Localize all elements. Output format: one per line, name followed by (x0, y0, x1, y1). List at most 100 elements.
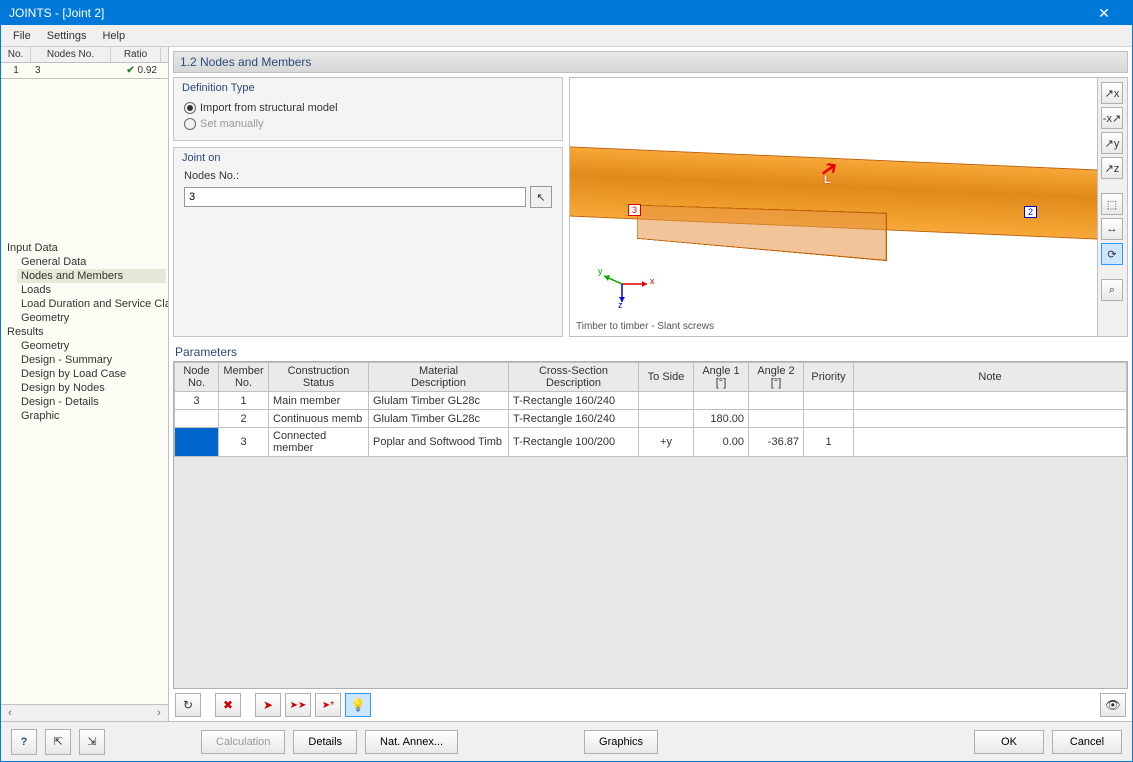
calculation-button[interactable]: Calculation (201, 730, 285, 754)
nav-hdr-ratio[interactable]: Ratio (111, 47, 161, 62)
parameters-title: Parameters (173, 343, 1128, 361)
hdr-node-no[interactable]: NodeNo. (175, 363, 219, 392)
menubar: File Settings Help (1, 25, 1132, 47)
viewport-caption: Timber to timber - Slant screws (576, 321, 714, 332)
hdr-note[interactable]: Note (854, 363, 1127, 392)
pick-node-button[interactable]: ↖ (530, 186, 552, 208)
section-title: 1.2 Nodes and Members (173, 51, 1128, 73)
menu-file[interactable]: File (5, 28, 39, 44)
radio-dot-icon (184, 102, 196, 114)
parameters-area: Parameters NodeNo. MemberNo. Constructio… (173, 343, 1128, 721)
parameters-grid: NodeNo. MemberNo. ConstructionStatus Mat… (173, 361, 1128, 689)
titlebar: JOINTS - [Joint 2] ✕ (1, 1, 1132, 25)
left-panel: No. Nodes No. Ratio 1 3 ✔ 0.92 Input Dat… (1, 47, 169, 721)
hdr-to-side[interactable]: To Side (639, 363, 694, 392)
refresh-button[interactable]: ↻ (175, 693, 201, 717)
table-row[interactable]: 3 Connected member Poplar and Softwood T… (175, 428, 1127, 457)
tree-result-details[interactable]: Design - Details (17, 395, 166, 409)
scroll-left-icon[interactable]: ‹ (3, 707, 17, 719)
help-button[interactable]: ? (11, 729, 37, 755)
nav-cell-no: 1 (1, 63, 31, 78)
left-forms: Definition Type Import from structural m… (173, 77, 563, 337)
hdr-material[interactable]: MaterialDescription (369, 363, 509, 392)
tree-result-summary[interactable]: Design - Summary (17, 353, 166, 367)
coordinate-system: x y z (602, 264, 652, 306)
eye-button[interactable]: 👁 (1100, 693, 1126, 717)
tree-results[interactable]: Results (3, 325, 166, 339)
tree-result-geometry[interactable]: Geometry (17, 339, 166, 353)
node-label-3: 3 (628, 204, 641, 216)
nodes-no-input[interactable] (184, 187, 526, 207)
add-button[interactable]: ➤* (315, 693, 341, 717)
tree-loads[interactable]: Loads (17, 283, 166, 297)
table-row[interactable]: 2 Continuous memb Glulam Timber GL28c T-… (175, 410, 1127, 428)
bulb-button[interactable]: 💡 (345, 693, 371, 717)
hdr-construction[interactable]: ConstructionStatus (269, 363, 369, 392)
next-button[interactable]: ➤ (255, 693, 281, 717)
radio-manual-label: Set manually (200, 118, 264, 130)
menu-help[interactable]: Help (94, 28, 133, 44)
tree-geometry[interactable]: Geometry (17, 311, 166, 325)
next-all-button[interactable]: ➤➤ (285, 693, 311, 717)
graphics-button[interactable]: Graphics (584, 730, 658, 754)
hdr-angle1[interactable]: Angle 1[°] (694, 363, 749, 392)
close-button[interactable]: ✕ (1084, 5, 1124, 22)
ok-button[interactable]: OK (974, 730, 1044, 754)
nav-cell-nodes: 3 (31, 63, 111, 78)
tree-result-graphic[interactable]: Graphic (17, 409, 166, 423)
check-icon: ✔ (126, 65, 134, 76)
tree-load-duration[interactable]: Load Duration and Service Class (17, 297, 166, 311)
view-zoom-button[interactable]: ⌕ (1101, 279, 1123, 301)
footer: ? ⇱ ⇲ Calculation Details Nat. Annex... … (1, 721, 1132, 761)
view-neg-xz-button[interactable]: -x↗ (1101, 107, 1123, 129)
radio-manual[interactable]: Set manually (184, 116, 552, 132)
nav-table: No. Nodes No. Ratio 1 3 ✔ 0.92 (1, 47, 168, 79)
definition-group: Definition Type Import from structural m… (173, 77, 563, 141)
radio-import[interactable]: Import from structural model (184, 100, 552, 116)
cancel-button[interactable]: Cancel (1052, 730, 1122, 754)
tree-result-nodes[interactable]: Design by Nodes (17, 381, 166, 395)
view-move-button[interactable]: ↔ (1101, 218, 1123, 240)
window-title: JOINTS - [Joint 2] (9, 6, 1084, 20)
menu-settings[interactable]: Settings (39, 28, 95, 44)
node-label-2: 2 (1024, 206, 1037, 218)
hdr-member-no[interactable]: MemberNo. (219, 363, 269, 392)
beam-connected (637, 205, 887, 261)
radio-dot-icon (184, 118, 196, 130)
tree-input-data[interactable]: Input Data (3, 241, 166, 255)
export2-button[interactable]: ⇲ (79, 729, 105, 755)
right-panel: 1.2 Nodes and Members Definition Type Im… (169, 47, 1132, 721)
details-button[interactable]: Details (293, 730, 357, 754)
hdr-priority[interactable]: Priority (804, 363, 854, 392)
hdr-angle2[interactable]: Angle 2[°] (749, 363, 804, 392)
view-rotate-button[interactable]: ⟳ (1101, 243, 1123, 265)
view-box-button[interactable]: ⬚ (1101, 193, 1123, 215)
export1-button[interactable]: ⇱ (45, 729, 71, 755)
nav-row[interactable]: 1 3 ✔ 0.92 (1, 63, 168, 78)
app-window: JOINTS - [Joint 2] ✕ File Settings Help … (0, 0, 1133, 762)
l-label: L (824, 174, 831, 186)
tree-nodes-members[interactable]: Nodes and Members (17, 269, 166, 283)
delete-button[interactable]: ✖ (215, 693, 241, 717)
nodes-no-label: Nodes No.: (184, 170, 552, 182)
nav-cell-ratio: ✔ 0.92 (111, 63, 161, 78)
nav-hdr-no[interactable]: No. (1, 47, 31, 62)
view-neg-yz-button[interactable]: ↗z (1101, 157, 1123, 179)
radio-import-label: Import from structural model (200, 102, 338, 114)
table-row[interactable]: 3 1 Main member Glulam Timber GL28c T-Re… (175, 392, 1127, 410)
nat-annex-button[interactable]: Nat. Annex... (365, 730, 458, 754)
joint-on-group: Joint on Nodes No.: ↖ (173, 147, 563, 337)
nav-hdr-nodes[interactable]: Nodes No. (31, 47, 111, 62)
view-iso-yz-button[interactable]: ↗y (1101, 132, 1123, 154)
upper-area: Definition Type Import from structural m… (173, 77, 1128, 337)
viewport-3d[interactable]: 3 2 ➔ L x y z (570, 78, 1097, 336)
definition-title: Definition Type (174, 78, 562, 96)
param-toolbar: ↻ ✖ ➤ ➤➤ ➤* 💡 👁 (173, 689, 1128, 721)
hdr-cross-section[interactable]: Cross-SectionDescription (509, 363, 639, 392)
tree-general-data[interactable]: General Data (17, 255, 166, 269)
tree-result-loadcase[interactable]: Design by Load Case (17, 367, 166, 381)
tree-area: Input Data General Data Nodes and Member… (1, 79, 168, 704)
scroll-right-icon[interactable]: › (152, 707, 166, 719)
tree-scrollbar[interactable]: ‹ › (1, 704, 168, 721)
view-iso-xz-button[interactable]: ↗x (1101, 82, 1123, 104)
